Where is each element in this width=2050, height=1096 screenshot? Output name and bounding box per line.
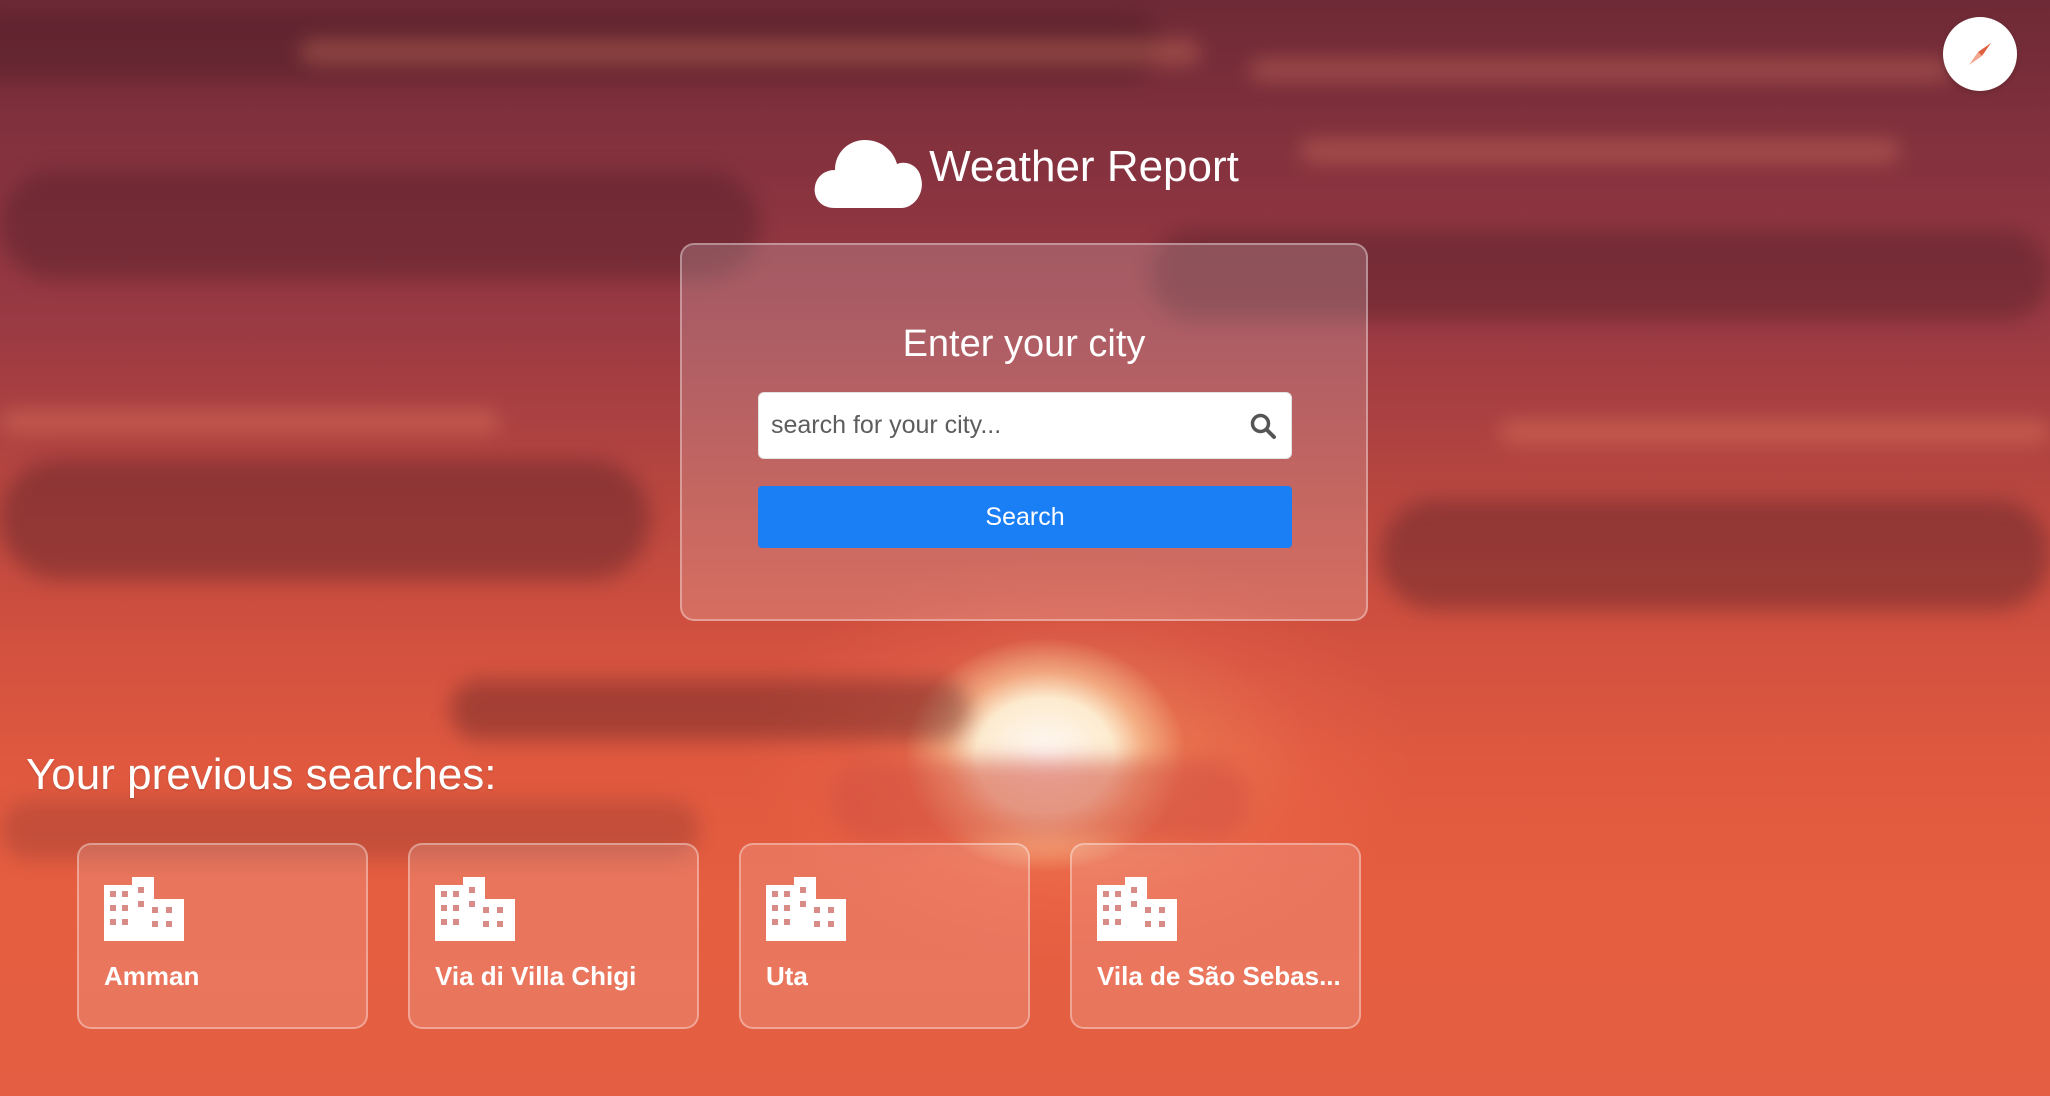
previous-searches-list: Amman Via di Villa Chigi Uta Vila de São… xyxy=(77,843,1361,1029)
search-input[interactable] xyxy=(759,393,1243,458)
compass-button[interactable] xyxy=(1943,17,2017,91)
previous-search-card[interactable]: Amman xyxy=(77,843,368,1029)
search-heading: Enter your city xyxy=(902,323,1146,365)
previous-search-card[interactable]: Vila de São Sebas... xyxy=(1070,843,1361,1029)
previous-search-label: Uta xyxy=(766,961,808,991)
previous-search-label: Amman xyxy=(104,961,200,991)
app-header: Weather Report xyxy=(0,130,2050,210)
previous-search-label: Vila de São Sebas... xyxy=(1097,961,1341,991)
previous-search-card[interactable]: Via di Villa Chigi xyxy=(408,843,699,1029)
cloud-icon xyxy=(814,140,922,208)
page-background: Weather Report Enter your city Search Yo… xyxy=(0,0,2050,1096)
cloud-streak xyxy=(0,10,1160,80)
previous-search-label: Via di Villa Chigi xyxy=(435,961,637,991)
city-buildings-icon xyxy=(104,877,184,941)
cloud-streak xyxy=(300,40,1200,64)
cloud-streak xyxy=(0,460,650,580)
cloud-streak xyxy=(0,410,500,432)
sun-cloud-band xyxy=(830,760,1250,840)
app-title: Weather Report xyxy=(929,142,1239,191)
search-icon[interactable] xyxy=(1249,412,1277,440)
previous-searches-heading: Your previous searches: xyxy=(26,750,497,799)
previous-search-card[interactable]: Uta xyxy=(739,843,1030,1029)
cloud-streak xyxy=(1380,500,2050,610)
search-button[interactable]: Search xyxy=(758,486,1292,548)
city-buildings-icon xyxy=(1097,877,1177,941)
cloud-streak xyxy=(450,680,970,740)
city-buildings-icon xyxy=(435,877,515,941)
city-buildings-icon xyxy=(766,877,846,941)
search-field[interactable] xyxy=(758,392,1292,459)
search-panel: Enter your city Search xyxy=(680,243,1368,621)
cloud-streak xyxy=(1500,420,2050,444)
cloud-streak xyxy=(1250,60,1950,80)
compass-icon xyxy=(1969,43,1991,65)
